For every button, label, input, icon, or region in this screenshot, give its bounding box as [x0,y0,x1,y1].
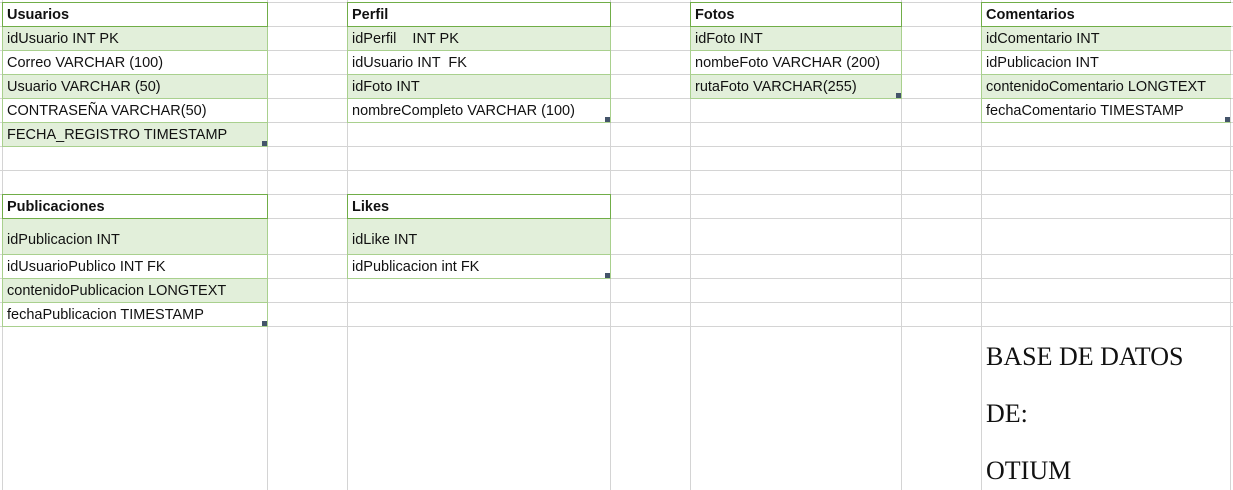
table-resize-handle[interactable] [262,141,267,146]
note-line-1[interactable]: BASE DE DATOS [986,342,1183,372]
table-cell[interactable]: Correo VARCHAR (100) [2,51,268,75]
table-cell[interactable]: idUsuario INT PK [2,27,268,51]
table-cell[interactable]: Usuario VARCHAR (50) [2,75,268,99]
table-header-publicaciones[interactable]: Publicaciones [2,194,268,219]
table-cell[interactable]: idUsuario INT FK [347,51,611,75]
table-cell[interactable]: idLike INT [347,219,611,255]
table-resize-handle[interactable] [1225,117,1230,122]
table-header-comentarios[interactable]: Comentarios [981,2,1231,27]
table-cell[interactable]: idPublicacion INT [2,219,268,255]
table-header-usuarios[interactable]: Usuarios [2,2,268,27]
table-resize-handle[interactable] [262,321,267,326]
note-line-2[interactable]: DE: [986,399,1028,429]
table-header-likes[interactable]: Likes [347,194,611,219]
table-cell[interactable]: FECHA_REGISTRO TIMESTAMP [2,123,268,147]
table-resize-handle[interactable] [605,273,610,278]
table-cell[interactable]: idComentario INT [981,27,1231,51]
table-header-fotos[interactable]: Fotos [690,2,902,27]
table-cell[interactable]: rutaFoto VARCHAR(255) [690,75,902,99]
table-cell[interactable]: contenidoComentario LONGTEXT [981,75,1231,99]
table-cell[interactable]: idFoto INT [347,75,611,99]
table-cell[interactable]: idPublicacion int FK [347,255,611,279]
table-cell[interactable]: nombreCompleto VARCHAR (100) [347,99,611,123]
table-cell[interactable]: fechaPublicacion TIMESTAMP [2,303,268,327]
table-cell[interactable]: fechaComentario TIMESTAMP [981,99,1231,123]
table-header-perfil[interactable]: Perfil [347,2,611,27]
table-resize-handle[interactable] [605,117,610,122]
table-cell[interactable]: CONTRASEÑA VARCHAR(50) [2,99,268,123]
table-resize-handle[interactable] [896,93,901,98]
table-cell[interactable]: idFoto INT [690,27,902,51]
table-cell[interactable]: idPerfil INT PK [347,27,611,51]
note-line-3[interactable]: OTIUM [986,456,1071,486]
table-cell[interactable]: contenidoPublicacion LONGTEXT [2,279,268,303]
table-cell[interactable]: idUsuarioPublico INT FK [2,255,268,279]
table-cell[interactable]: nombeFoto VARCHAR (200) [690,51,902,75]
table-cell[interactable]: idPublicacion INT [981,51,1231,75]
